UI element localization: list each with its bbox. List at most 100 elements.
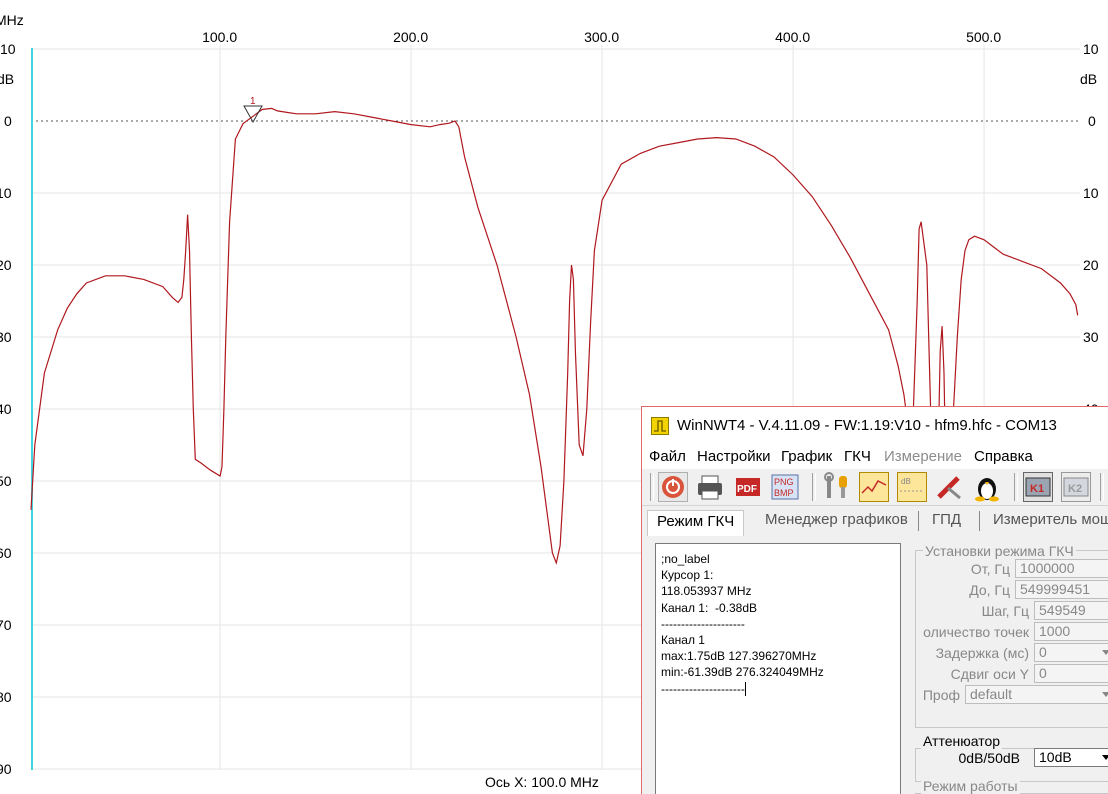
tools-icon[interactable] [822,472,852,502]
profile-select[interactable]: default [965,685,1108,704]
pdf-icon-text: PDF [737,484,757,495]
db-unit-right: dB [1080,71,1097,87]
db-unit-left: dB [0,71,14,87]
menu-graph[interactable]: График [781,448,832,465]
chart-icon[interactable] [859,472,889,502]
menu-bar: Файл Настройки График ГКЧ Измерение Спра… [642,445,1108,469]
db-tick-label-right: 10 [1083,185,1099,201]
info-line: Канал 1: -0.38dB [661,600,758,615]
db-tick-label-right: 10 [1083,41,1099,57]
title-bar[interactable]: WinNWT4 - V.4.11.09 - FW:1.19:V10 - hfm9… [642,407,1108,445]
printer-icon[interactable] [695,472,725,502]
text-caret [744,681,746,696]
k2-icon-text: K2 [1068,483,1082,495]
probe-icon[interactable] [934,472,964,502]
step-field[interactable]: 549549 [1034,601,1108,620]
work-mode-legend: Режим работы [921,778,1020,794]
to-label: До, Гц [969,582,1010,598]
freq-tick-label: 300.0 [584,29,619,45]
db-tick-label-left: 40 [0,401,12,417]
db-tick-label-left: 0 [4,113,12,129]
tab-bar: Режим ГКЧ Менеджер графиков ГПД Измерите… [642,506,1108,536]
db-tick-label-left: 10 [0,41,16,57]
chevron-down-icon [1102,755,1108,760]
delay-label: Задержка (мс) [935,645,1029,661]
info-line: Курсор 1: [661,568,714,583]
toolbar-separator [1100,473,1104,501]
db-tick-label-left: 80 [0,689,12,705]
profile-value: default [970,686,1013,702]
y-shift-field[interactable]: 0 [1034,664,1108,683]
power-icon[interactable] [658,472,688,502]
toolbar-separator [812,473,816,501]
db-tick-label-left: 10 [0,185,12,201]
pdf-icon[interactable]: PDF [733,472,763,502]
delay-value: 0 [1039,644,1047,660]
db-tick-label-right: 20 [1083,257,1099,273]
freq-unit-label: MHz [0,12,24,28]
db-tick-label-left: 30 [0,329,12,345]
attenuator-range-label: 0dB/50dB [958,750,1021,766]
info-line: Канал 1 [661,633,705,648]
tab-power-meter[interactable]: Измеритель мощ [993,511,1108,528]
freq-tick-label: 500.0 [966,29,1001,45]
delay-select[interactable]: 0 [1034,643,1108,662]
tab-graph-manager[interactable]: Менеджер графиков [765,511,908,528]
k2-icon[interactable]: K2 [1061,472,1091,502]
menu-settings[interactable]: Настройки [697,448,771,465]
menu-help[interactable]: Справка [974,448,1033,465]
toolbar-separator [650,473,654,501]
winnwt-window[interactable]: WinNWT4 - V.4.11.09 - FW:1.19:V10 - hfm9… [641,406,1108,794]
attenuator-value: 10dB [1039,749,1072,765]
cursor-1-marker[interactable]: 1 [243,96,263,124]
info-line: --------------------- [661,616,745,631]
db-tick-label-right: 30 [1083,329,1099,345]
bmp-icon-text: BMP [774,488,794,498]
tab-separator [918,511,919,531]
y-shift-label: Сдвиг оси Y [950,666,1029,682]
measurement-info-box[interactable]: ;no_label Курсор 1: 118.053937 MHz Канал… [655,543,901,794]
db-tick-label-left: 60 [0,545,12,561]
menu-file[interactable]: Файл [649,448,686,465]
toolbar-separator [1014,473,1018,501]
menu-measure[interactable]: Измерение [884,448,962,465]
points-field[interactable]: 1000 [1034,622,1108,641]
points-label: оличество точек [923,624,1029,640]
freq-tick-label: 400.0 [775,29,810,45]
freq-tick-label: 100.0 [202,29,237,45]
info-line: max:1.75dB 127.396270MHz [661,649,817,664]
sweep-settings-legend: Установки режима ГКЧ [923,543,1076,559]
png-bmp-icon[interactable]: PNG BMP [770,472,800,502]
db-tick-label-left: 70 [0,617,12,633]
freq-tick-label: 200.0 [393,29,428,45]
k1-icon[interactable]: K1 [1023,472,1053,502]
tab-sweep-mode[interactable]: Режим ГКЧ [647,510,745,536]
chevron-down-icon [1102,650,1108,655]
window-title: WinNWT4 - V.4.11.09 - FW:1.19:V10 - hfm9… [677,417,1057,434]
db-tick-label-left: 20 [0,257,12,273]
info-line: min:-61.39dB 276.324049MHz [661,665,824,680]
from-label: От, Гц [970,561,1010,577]
from-field[interactable]: 1000000 [1015,559,1108,578]
to-field[interactable]: 549999451 [1015,580,1108,599]
db-chart-icon-text: dB [901,477,911,486]
db-tick-label-right: 0 [1088,113,1096,129]
info-line: 118.053937 MHz [661,584,752,599]
step-label: Шаг, Гц [981,603,1029,619]
chevron-down-icon [1102,692,1108,697]
profile-label: Проф [922,687,960,703]
cursor-1-label: 1 [250,96,256,107]
attenuator-select[interactable]: 10dB [1034,748,1108,767]
tab-vfo[interactable]: ГПД [932,511,961,528]
menu-sweep[interactable]: ГКЧ [844,448,871,465]
png-icon-text: PNG [774,477,794,487]
db-tick-label-left: 50 [0,473,12,489]
linux-icon[interactable] [972,472,1002,502]
db-tick-label-left: 90 [0,761,12,777]
info-line: --------------------- [661,681,745,696]
info-line: ;no_label [661,552,710,566]
tab-separator [979,511,980,531]
k1-icon-text: K1 [1030,483,1044,495]
attenuator-legend: Аттенюатор [921,733,1003,749]
db-chart-icon[interactable]: dB [897,472,927,502]
